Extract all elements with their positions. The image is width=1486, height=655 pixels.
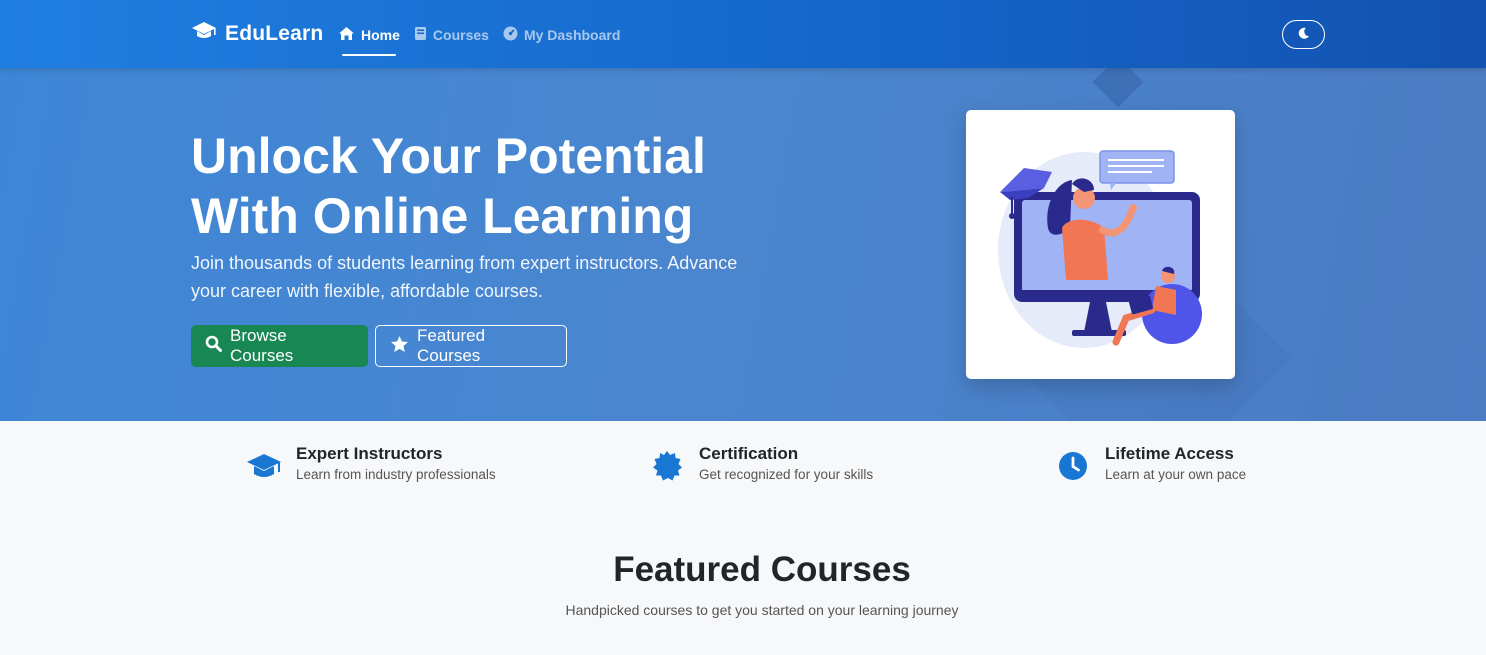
star-icon [390, 335, 409, 358]
nav-link-label: My Dashboard [523, 27, 621, 43]
theme-toggle-button[interactable] [1282, 20, 1325, 49]
graduation-cap-icon [191, 20, 217, 47]
feature-expert-instructors: Expert Instructors Learn from industry p… [246, 444, 496, 484]
hero-subtitle: Join thousands of students learning from… [191, 253, 738, 301]
graduation-cap-icon [246, 448, 282, 484]
nav-link-label: Home [361, 27, 400, 43]
home-icon [338, 26, 355, 44]
browse-courses-label: Browse Courses [230, 326, 294, 365]
section-subtitle: Handpicked courses to get you started on… [565, 602, 959, 618]
browse-courses-button[interactable]: Browse Courses [191, 325, 368, 367]
nav-link-courses[interactable]: Courses [414, 24, 489, 46]
feature-text: Certification Get recognized for your sk… [699, 444, 873, 484]
feature-desc: Get recognized for your skills [699, 467, 874, 482]
featured-courses-button[interactable]: Featured Courses [375, 325, 567, 367]
feature-title: Certification [699, 444, 799, 463]
book-icon [414, 26, 427, 44]
hero-title-line2: With Online Learning [191, 188, 694, 244]
feature-desc: Learn from industry professionals [296, 467, 496, 482]
hero-section: Unlock Your Potential With Online Learni… [0, 68, 1486, 421]
nav-link-dashboard[interactable]: My Dashboard [503, 24, 620, 46]
feature-desc: Learn at your own pace [1105, 467, 1247, 482]
brand-name: EduLearn [225, 21, 324, 45]
feature-lifetime-access: Lifetime Access Learn at your own pace [1055, 444, 1246, 484]
hero-title-line1: Unlock Your Potential [191, 128, 706, 184]
feature-certification: Certification Get recognized for your sk… [649, 444, 873, 484]
nav-links: Home Courses My Dashboard [338, 24, 620, 56]
feature-title: Lifetime Access [1105, 444, 1234, 463]
brand-logo[interactable]: EduLearn [191, 20, 323, 47]
hero-decoration [1092, 68, 1144, 108]
feature-text: Expert Instructors Learn from industry p… [296, 444, 496, 484]
moon-icon [1298, 26, 1310, 44]
clock-icon [1055, 448, 1091, 484]
hero-illustration-card [966, 110, 1235, 379]
navbar: EduLearn Home Courses My Dashboard [0, 0, 1486, 68]
feature-title: Expert Instructors [296, 444, 443, 463]
nav-link-home[interactable]: Home [338, 24, 400, 56]
search-icon [205, 335, 222, 357]
feature-text: Lifetime Access Learn at your own pace [1105, 444, 1246, 484]
certificate-icon [649, 448, 685, 484]
dashboard-icon [503, 26, 518, 44]
online-learning-illustration [998, 150, 1202, 348]
nav-link-label: Courses [432, 27, 489, 43]
hero-title: Unlock Your Potential With Online Learni… [191, 126, 791, 246]
featured-courses-label: Featured Courses [417, 326, 486, 365]
section-title: Featured Courses [613, 550, 911, 589]
